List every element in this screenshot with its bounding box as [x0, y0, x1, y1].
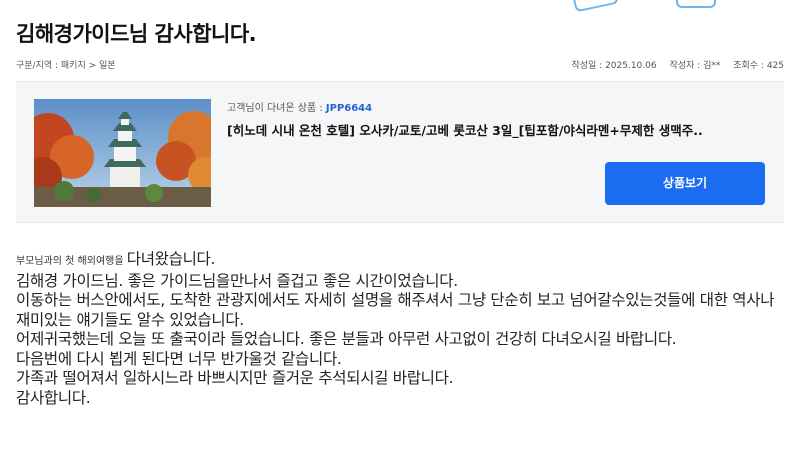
post-author: 작성자 : 김**	[669, 61, 721, 71]
post-views: 조회수 : 425	[733, 61, 784, 71]
review-line: 어제귀국했는데 오늘 또 출국이라 들었습니다. 좋은 분들과 아무런 사고없이…	[16, 330, 677, 348]
decorative-illustration	[676, 0, 716, 8]
review-line: 가족과 떨어져서 일하시느라 바쁘시지만 즐거운 추석되시길 바랍니다.	[16, 369, 454, 387]
review-line: 이동하는 버스안에서도, 도착한 관광지에서도 자세히 설명을 해주셔서 그냥 …	[16, 291, 775, 329]
decorative-illustration	[573, 0, 619, 13]
post-meta: 구분/지역 : 패키지 > 일본 작성일 : 2025.10.06 작성자 : …	[16, 58, 784, 72]
post-info: 작성일 : 2025.10.06 작성자 : 김** 조회수 : 425	[561, 58, 784, 71]
product-title[interactable]: [히노데 시내 온천 호텔] 오사카/교토/고베 롯코산 3일_[팁포함/야식라…	[227, 120, 767, 139]
review-line: 다음번에 다시 뵙게 된다면 너무 반가울것 같습니다.	[16, 349, 342, 368]
review-line: 김해경 가이드님. 좋은 가이드님을만나서 즐겁고 좋은 시간이었습니다.	[16, 271, 458, 290]
post-date: 작성일 : 2025.10.06	[571, 61, 657, 71]
review-intro-small: 부모님과의 첫 해외여행을	[16, 256, 127, 267]
review-body: 부모님과의 첫 해외여행을 다녀왔습니다. 김해경 가이드님. 좋은 가이드님을…	[16, 250, 791, 408]
product-label-text: 고객님이 다녀온 상품 :	[227, 103, 326, 114]
page-title: 김해경가이드님 감사합니다.	[16, 22, 257, 46]
breadcrumb: 구분/지역 : 패키지 > 일본	[16, 61, 116, 71]
view-product-button[interactable]: 상품보기	[605, 162, 765, 205]
product-card: 고객님이 다녀온 상품 : JPP6644 [히노데 시내 온천 호텔] 오사카…	[16, 81, 784, 223]
review-intro: 부모님과의 첫 해외여행을 다녀왔습니다.	[16, 250, 791, 272]
review-line: 감사합니다.	[16, 388, 91, 407]
osaka-castle-image	[34, 99, 211, 207]
product-label: 고객님이 다녀온 상품 : JPP6644	[227, 99, 372, 114]
product-code: JPP6644	[325, 103, 373, 114]
review-intro-large: 다녀왔습니다.	[126, 250, 216, 268]
product-thumbnail[interactable]	[34, 99, 211, 207]
